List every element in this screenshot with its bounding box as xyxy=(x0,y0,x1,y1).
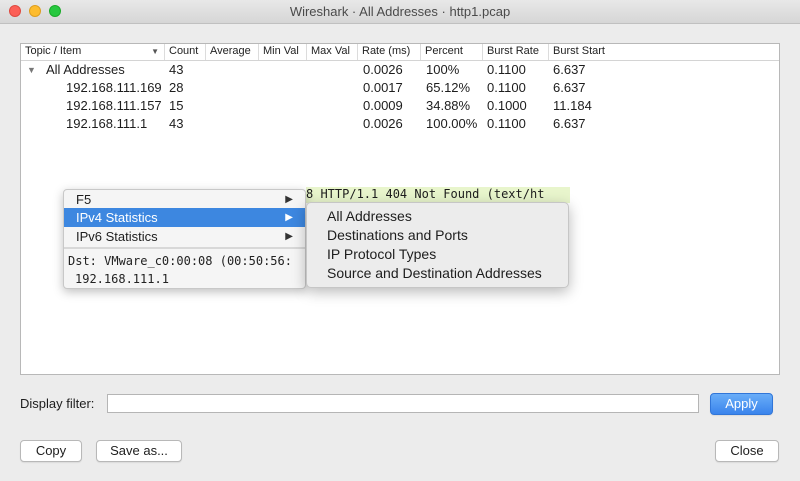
menu-separator xyxy=(64,247,305,249)
background-packet-row: 8 HTTP/1.1 404 Not Found (text/ht xyxy=(306,187,570,203)
column-header-percent[interactable]: Percent xyxy=(421,44,483,60)
tree-row[interactable]: 192.168.111.1 43 0.0026 100.00% 0.1100 6… xyxy=(21,115,779,133)
display-filter-label: Display filter: xyxy=(20,396,95,411)
submenu-item-destinations-and-ports[interactable]: Destinations and Ports xyxy=(327,226,468,245)
submenu-arrow-icon: ▶ xyxy=(285,231,293,242)
column-header-label: Topic / Item xyxy=(25,45,82,57)
row-burst-start: 11.184 xyxy=(553,98,592,113)
submenu-arrow-icon: ▶ xyxy=(285,194,293,205)
save-as-button[interactable]: Save as... xyxy=(96,440,182,462)
submenu-arrow-icon: ▶ xyxy=(285,212,293,223)
row-burst-rate: 0.1100 xyxy=(487,62,526,77)
close-button[interactable]: Close xyxy=(715,440,779,462)
copy-button[interactable]: Copy xyxy=(20,440,82,462)
menu-item-label: F5 xyxy=(76,192,92,207)
submenu-item-all-addresses[interactable]: All Addresses xyxy=(327,207,412,226)
row-burst-start: 6.637 xyxy=(553,62,586,77)
packet-detail-line: Dst: VMware_c0:00:08 (00:50:56: xyxy=(68,254,292,268)
row-item: 192.168.111.169 xyxy=(66,80,162,95)
row-rate: 0.0009 xyxy=(363,98,403,113)
submenu-item-ip-protocol-types[interactable]: IP Protocol Types xyxy=(327,245,436,264)
menu-item-ipv4-statistics[interactable]: IPv4 Statistics ▶ xyxy=(64,208,305,227)
title-bar: Wireshark · All Addresses · http1.pcap xyxy=(0,0,800,24)
row-count: 15 xyxy=(169,98,184,113)
column-header-rate[interactable]: Rate (ms) xyxy=(358,44,421,60)
row-burst-start: 6.637 xyxy=(553,80,586,95)
tree-row[interactable]: 192.168.111.169 28 0.0017 65.12% 0.1100 … xyxy=(21,79,779,97)
column-header-min-val[interactable]: Min Val xyxy=(259,44,307,60)
menu-item-label: IPv4 Statistics xyxy=(76,210,158,225)
row-burst-rate: 0.1100 xyxy=(487,116,526,131)
statistics-context-menu: F5 ▶ IPv4 Statistics ▶ IPv6 Statistics ▶… xyxy=(63,189,306,289)
column-header-topic[interactable]: Topic / Item ▼ xyxy=(21,44,165,60)
row-count: 43 xyxy=(169,62,184,77)
row-burst-rate: 0.1100 xyxy=(487,80,526,95)
window-title: Wireshark · All Addresses · http1.pcap xyxy=(289,4,511,19)
menu-item-ipv6-statistics[interactable]: IPv6 Statistics ▶ xyxy=(64,227,305,246)
row-item: All Addresses xyxy=(46,62,125,77)
column-header-burst-rate[interactable]: Burst Rate xyxy=(483,44,549,60)
tree-header: Topic / Item ▼ Count Average Min Val Max… xyxy=(21,44,779,61)
menu-item-f5[interactable]: F5 ▶ xyxy=(64,190,305,209)
apply-button[interactable]: Apply xyxy=(710,393,773,415)
menu-item-label: IPv6 Statistics xyxy=(76,229,158,244)
column-header-average[interactable]: Average xyxy=(206,44,259,60)
background-packet-text: 8 HTTP/1.1 404 Not Found (text/ht xyxy=(306,187,545,201)
display-filter-input[interactable] xyxy=(107,394,699,413)
tree-row[interactable]: 192.168.111.157 15 0.0009 34.88% 0.1000 … xyxy=(21,97,779,115)
row-item: 192.168.111.157 xyxy=(66,98,162,113)
column-header-count[interactable]: Count xyxy=(165,44,206,60)
packet-detail-line: 192.168.111.1 xyxy=(75,272,169,286)
row-rate: 0.0017 xyxy=(363,80,403,95)
row-burst-rate: 0.1000 xyxy=(487,98,527,113)
row-item: 192.168.111.1 xyxy=(66,116,148,131)
chevron-down-icon: ▼ xyxy=(151,47,159,56)
submenu-item-source-and-destination-addresses[interactable]: Source and Destination Addresses xyxy=(327,264,542,283)
row-count: 28 xyxy=(169,80,184,95)
disclosure-down-icon[interactable]: ▼ xyxy=(27,61,36,79)
row-burst-start: 6.637 xyxy=(553,116,586,131)
tree-row-all-addresses[interactable]: ▼ All Addresses 43 0.0026 100% 0.1100 6.… xyxy=(21,61,779,79)
row-rate: 0.0026 xyxy=(363,116,403,131)
column-header-max-val[interactable]: Max Val xyxy=(307,44,358,60)
row-percent: 100.00% xyxy=(426,116,478,131)
ipv4-statistics-submenu: All Addresses Destinations and Ports IP … xyxy=(306,202,569,288)
row-rate: 0.0026 xyxy=(363,62,403,77)
row-percent: 34.88% xyxy=(426,98,471,113)
column-header-burst-start[interactable]: Burst Start xyxy=(549,44,779,60)
row-percent: 65.12% xyxy=(426,80,471,95)
row-percent: 100% xyxy=(426,62,460,77)
row-count: 43 xyxy=(169,116,184,131)
